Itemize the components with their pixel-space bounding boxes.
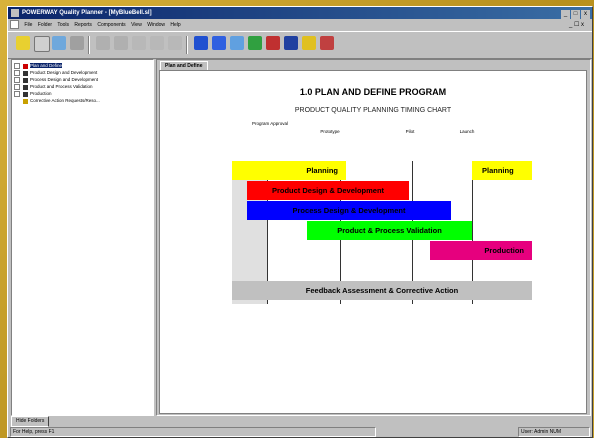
menu-components[interactable]: Components [97,22,125,28]
page-subtitle: PRODUCT QUALITY PLANNING TIMING CHART [294,107,452,114]
timing-bar-production: Production [430,241,532,260]
print-icon[interactable] [70,36,84,50]
folder-icon [23,70,28,76]
milestone-prototype: Prototype [320,129,340,134]
menu-window[interactable]: Window [147,22,165,28]
folder-icon [23,63,28,69]
tools-icon[interactable] [320,36,334,50]
document-tabs: Plan and Define [157,60,590,71]
tree-item-plan-and-define[interactable]: Plan and Define [14,63,63,69]
hide-folders-tab[interactable]: Hide Folders [11,416,50,427]
undo-icon[interactable] [150,36,164,50]
copy-icon[interactable] [114,36,128,50]
folder-tab-bar: Hide Folders [11,416,589,427]
new-folder-icon[interactable] [16,36,30,50]
minimize-button[interactable]: _ [561,10,570,19]
timing-bar-product-design-development: Product Design & Development [247,181,409,200]
timing-bar-planning: Planning [472,161,532,180]
process-icon[interactable] [248,36,262,50]
menu-view[interactable]: View [131,22,142,28]
expand-icon[interactable] [14,91,20,97]
timing-bar-process-design-development: Process Design & Development [247,201,451,220]
window-title: POWERWAY Quality Planner - [MyBlueBell.s… [22,10,152,16]
menu-tools[interactable]: Tools [57,22,69,28]
save-icon[interactable] [52,36,66,50]
milestone-program-approval: Program Approval [252,121,289,126]
paste-icon[interactable] [132,36,146,50]
toolbar [8,31,592,59]
cut-icon[interactable] [96,36,110,50]
network-icon[interactable] [284,36,298,50]
tree-item-product-design[interactable]: Product Design and Development [14,70,97,76]
document-page: 1.0 PLAN AND DEFINE PROGRAM PRODUCT QUAL… [159,70,587,414]
folder-icon [23,98,28,104]
expand-icon[interactable] [14,70,20,76]
close-button[interactable]: x [581,10,590,19]
document-icon[interactable] [10,20,19,30]
menu-reports[interactable]: Reports [74,22,92,28]
status-indicators: User: Admin NUM [518,427,590,437]
folder-blue-icon[interactable] [194,36,208,50]
document-area: Plan and Define 1.0 PLAN AND DEFINE PROG… [156,59,591,416]
folder-icon [23,91,28,97]
app-icon [11,9,19,17]
chart-icon[interactable] [230,36,244,50]
status-message: For Help, press F1 [10,427,376,437]
window-controls: _ □ x [560,8,590,20]
title-bar: POWERWAY Quality Planner - [MyBlueBell.s… [8,7,592,19]
folder-icon [23,84,28,90]
milestone-pilot: Pilot [405,129,415,134]
menu-folder[interactable]: Folder [38,22,52,28]
mdi-controls[interactable]: _ ☐ x [569,20,584,30]
expand-icon[interactable] [14,84,20,90]
menu-help[interactable]: Help [170,22,180,28]
tree-item-validation[interactable]: Product and Process Validation [14,84,92,90]
toolbar-separator [186,36,188,54]
timing-bar-feedback-assessment-corrective-action: Feedback Assessment & Corrective Action [232,281,532,300]
folder-icon [23,77,28,83]
timing-bar-planning: Planning [232,161,346,180]
page-title: 1.0 PLAN AND DEFINE PROGRAM [299,87,447,97]
maximize-button[interactable]: □ [571,10,580,19]
tree-item-corrective-action[interactable]: Corrective Action Requests/Reso... [14,98,100,104]
timing-chart: Planning Planning Product Design & Develop… [232,161,532,304]
tree-item-process-design[interactable]: Process Design and Development [14,77,98,83]
lightbulb-icon[interactable] [302,36,316,50]
expand-icon[interactable] [14,77,20,83]
open-icon[interactable] [34,36,50,52]
folder-tree: Plan and Define Product Design and Devel… [11,59,154,416]
redo-icon[interactable] [168,36,182,50]
diamond-blue-icon[interactable] [212,36,226,50]
toolbar-separator [88,36,90,54]
timing-bar-product-process-validation: Product & Process Validation [307,221,472,240]
menu-file[interactable]: File [24,22,32,28]
tree-item-production[interactable]: Production [14,91,52,97]
menu-bar: File Folder Tools Reports Components Vie… [8,20,592,30]
validation-icon[interactable] [266,36,280,50]
app-window: POWERWAY Quality Planner - [MyBlueBell.s… [7,6,593,438]
expand-icon[interactable] [14,63,20,69]
milestone-launch: Launch [459,129,475,134]
status-bar: For Help, press F1 User: Admin NUM [8,427,592,437]
